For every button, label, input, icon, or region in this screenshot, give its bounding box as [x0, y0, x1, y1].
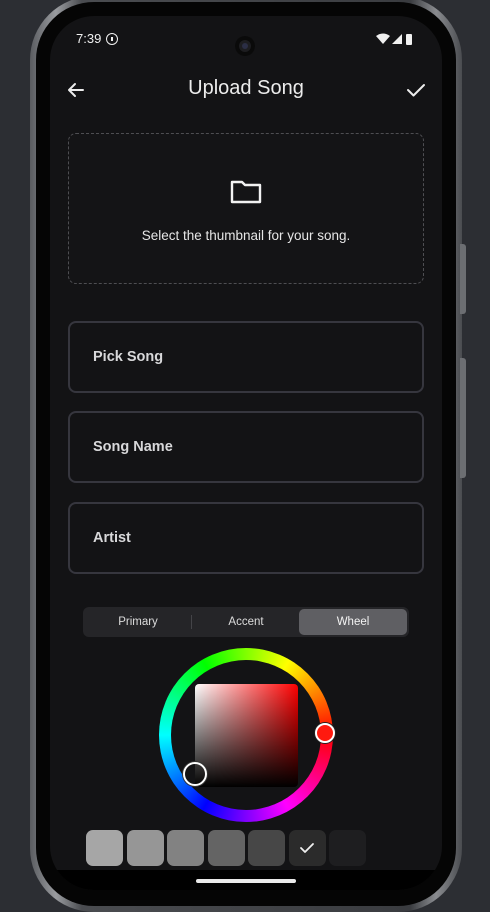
- tab-wheel[interactable]: Wheel: [299, 609, 407, 635]
- artist-input[interactable]: [70, 504, 422, 572]
- status-bar: 7:39: [50, 16, 442, 62]
- color-mode-tabs: Primary Accent Wheel: [83, 607, 409, 637]
- song-name-input[interactable]: [70, 413, 422, 481]
- color-swatch[interactable]: [329, 830, 366, 866]
- song-name-field[interactable]: [68, 411, 424, 483]
- thumbnail-hint: Select the thumbnail for your song.: [141, 228, 351, 243]
- tab-primary[interactable]: Primary: [85, 609, 191, 635]
- artist-field[interactable]: [68, 502, 424, 574]
- pick-song-input[interactable]: [70, 323, 422, 391]
- gesture-handle[interactable]: [196, 879, 296, 883]
- saturation-value-square[interactable]: [195, 684, 298, 787]
- wifi-icon: [376, 33, 390, 44]
- tab-accent[interactable]: Accent: [193, 609, 299, 635]
- color-swatch[interactable]: [167, 830, 204, 866]
- color-swatch[interactable]: [86, 830, 123, 866]
- power-button: [460, 358, 466, 478]
- app-bar: Upload Song: [50, 68, 442, 112]
- system-icons: [376, 33, 412, 45]
- check-icon: [300, 843, 314, 853]
- confirm-button[interactable]: [402, 76, 430, 104]
- battery-icon: [406, 34, 412, 45]
- check-icon: [407, 84, 425, 97]
- info-icon: [106, 33, 118, 45]
- tab-divider: [191, 615, 192, 629]
- color-swatch-selected[interactable]: [289, 830, 326, 866]
- status-time: 7:39: [76, 31, 102, 46]
- saturation-value-handle[interactable]: [183, 762, 207, 786]
- folder-icon: [230, 180, 262, 204]
- color-swatch[interactable]: [208, 830, 245, 866]
- front-camera: [235, 36, 255, 56]
- signal-icon: [392, 34, 402, 44]
- pick-song-field[interactable]: [68, 321, 424, 393]
- thumbnail-picker[interactable]: Select the thumbnail for your song.: [68, 133, 424, 284]
- volume-button: [460, 244, 466, 314]
- page-title: Upload Song: [188, 77, 304, 99]
- color-swatch[interactable]: [127, 830, 164, 866]
- color-swatch[interactable]: [248, 830, 285, 866]
- hue-handle[interactable]: [315, 723, 335, 743]
- app-screen: 7:39 Upload Song Select the thumbnail fo…: [50, 16, 442, 890]
